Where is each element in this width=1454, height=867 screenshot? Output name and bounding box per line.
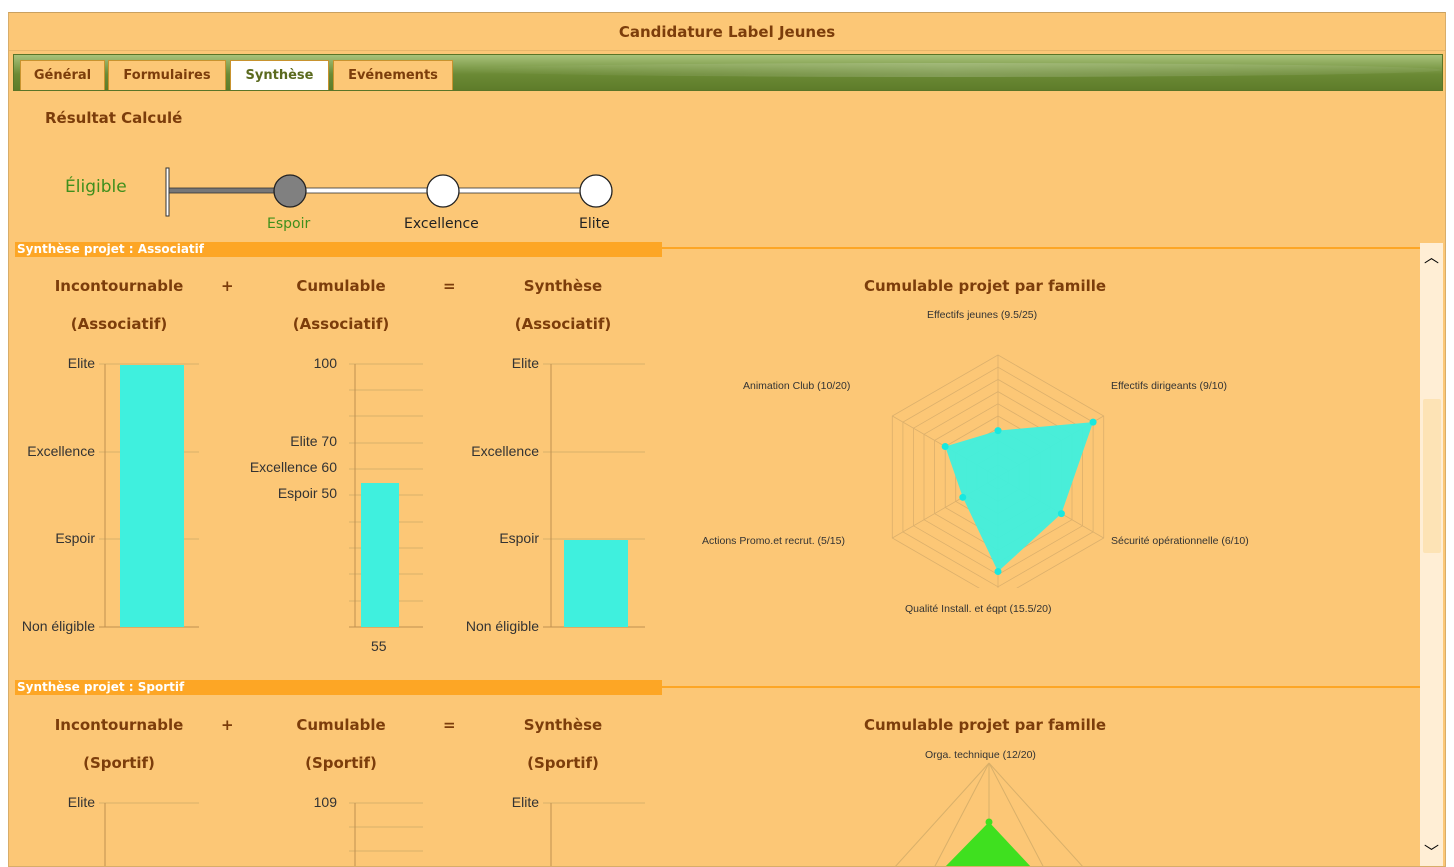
synth-axis-label-elite: Elite [511, 794, 539, 810]
radar-title: Cumulable projet par famille [864, 277, 1107, 295]
axis-label-excellence: Excellence [27, 443, 95, 459]
section-header-associatif: Synthèse projet : Associatif [15, 242, 662, 257]
synthese-bar [564, 540, 628, 627]
incontournable-subtitle: (Associatif) [70, 315, 168, 333]
incontournable-bar [120, 365, 184, 627]
equals-operator: = [443, 716, 456, 734]
axis-label-espoir: Espoir [55, 530, 95, 546]
level-node-espoir [273, 174, 307, 208]
synth-axis-label-espoir: Espoir [499, 530, 539, 546]
synthese-chart-sportif [543, 802, 645, 866]
axis-label-elite: Elite [67, 794, 95, 810]
radar-chart [891, 354, 1105, 588]
radar-point-1 [1089, 418, 1097, 426]
level-node-excellence [426, 174, 460, 208]
radar-label-effectifs-dirigeants: Effectifs dirigeants (9/10) [1111, 380, 1227, 392]
level-label-elite: Elite [579, 216, 610, 232]
radar-label-securite: Sécurité opérationnelle (6/10) [1111, 535, 1249, 547]
equals-operator: = [443, 277, 456, 295]
cumulable-subtitle: (Sportif) [305, 754, 377, 772]
plus-operator: + [221, 277, 234, 295]
level-label-excellence: Excellence [404, 216, 479, 232]
threshold-elite: Elite 70 [290, 433, 337, 449]
radar-point-3 [994, 568, 1002, 576]
radar-label-animation-club: Animation Club (10/20) [743, 380, 851, 392]
radar-label-qualite: Qualité Install. et éqpt (15.5/20) [905, 603, 1052, 615]
synthese-subtitle: (Associatif) [514, 315, 612, 333]
axis-label-100: 100 [313, 355, 337, 371]
radar-point-2 [1057, 510, 1065, 518]
threshold-excellence: Excellence 60 [249, 459, 337, 475]
radar-title: Cumulable projet par famille [864, 716, 1107, 734]
app-window: Candidature Label Jeunes Général Formula… [8, 12, 1446, 867]
radar-point-5 [941, 443, 949, 450]
scroll-down-icon[interactable]: ﹀ [1422, 844, 1441, 860]
synthese-subtitle: (Sportif) [527, 754, 599, 772]
incontournable-subtitle: (Sportif) [83, 754, 155, 772]
scroll-thumb[interactable] [1423, 399, 1441, 553]
level-label-espoir: Espoir [267, 216, 311, 232]
radar-point-4 [959, 493, 967, 501]
cumulable-value-label: 55 [371, 638, 387, 654]
axis-label-non-eligible: Non éligible [21, 618, 95, 634]
incontournable-title: Incontournable [54, 716, 184, 734]
plus-operator: + [221, 716, 234, 734]
incontournable-chart-sportif [99, 802, 199, 866]
radar-chart-sportif [895, 762, 1083, 866]
cumulable-subtitle: (Associatif) [292, 315, 390, 333]
radar-series-area [945, 422, 1094, 572]
synthese-title: Synthèse [523, 716, 603, 734]
cumulable-title: Cumulable [296, 277, 386, 295]
cumulable-bar [361, 483, 399, 627]
incontournable-title: Incontournable [54, 277, 184, 295]
synth-axis-label-non-eligible: Non éligible [465, 618, 539, 634]
axis-label-109: 109 [313, 794, 337, 810]
radar-label-actions-promo: Actions Promo.et recrut. (5/15) [702, 535, 845, 547]
scroll-up-icon[interactable]: ︿ [1422, 249, 1441, 265]
radar-point-0 [994, 427, 1002, 435]
level-node-elite [579, 174, 613, 208]
section-divider [662, 686, 1420, 688]
synthese-title: Synthèse [523, 277, 603, 295]
threshold-espoir: Espoir 50 [277, 485, 337, 501]
synth-axis-label-excellence: Excellence [471, 443, 539, 459]
cumulable-title: Cumulable [296, 716, 386, 734]
level-progress-track [165, 167, 613, 217]
axis-label-elite: Elite [67, 355, 95, 371]
section-divider [662, 247, 1420, 249]
section-header-sportif: Synthèse projet : Sportif [15, 680, 662, 695]
cumulable-chart-sportif [349, 802, 423, 866]
synth-axis-label-elite: Elite [511, 355, 539, 371]
vertical-scrollbar[interactable]: ︿ ﹀ [1420, 243, 1443, 866]
